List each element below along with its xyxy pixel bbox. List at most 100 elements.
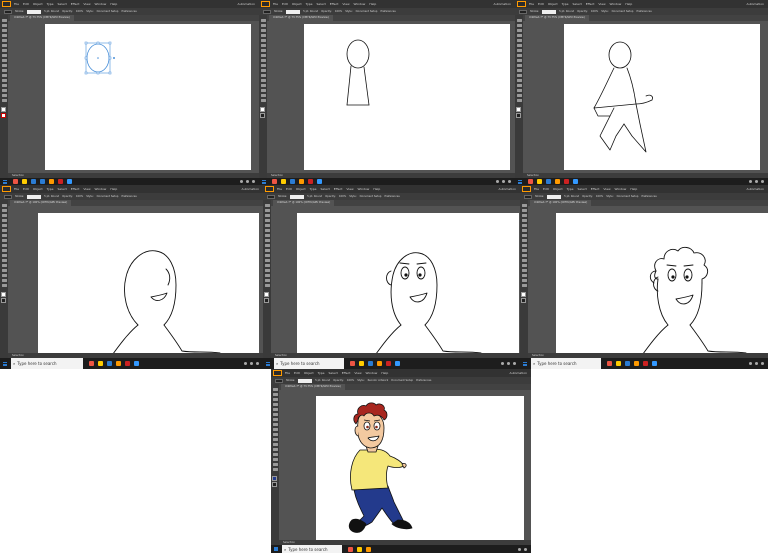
menu-type[interactable]: Type xyxy=(47,187,54,191)
eyedropper-tool-icon[interactable] xyxy=(521,274,527,277)
line-tool-icon[interactable] xyxy=(1,224,7,227)
brush-label[interactable]: 5 pt. Round xyxy=(44,195,59,198)
eraser-tool-icon[interactable] xyxy=(260,59,266,62)
menu-help[interactable]: Help xyxy=(110,187,117,191)
pencil-tool-icon[interactable] xyxy=(272,423,278,426)
illustrator-taskbar-icon[interactable] xyxy=(49,179,54,184)
pencil-tool-icon[interactable] xyxy=(260,54,266,57)
brush-tool-icon[interactable] xyxy=(260,49,266,52)
shape-builder-tool-icon[interactable] xyxy=(264,264,270,267)
menu-help[interactable]: Help xyxy=(373,187,380,191)
document-setup-button[interactable]: Document Setup xyxy=(97,10,119,13)
windows-start-icon[interactable] xyxy=(523,361,528,366)
opacity-value[interactable]: 100% xyxy=(339,195,346,198)
brush-label[interactable]: 5 pt. Round xyxy=(315,379,330,382)
menu-view[interactable]: View xyxy=(354,371,361,375)
artboard[interactable] xyxy=(45,24,251,170)
zoom-tool-icon[interactable] xyxy=(1,284,7,287)
zoom-tool-icon[interactable] xyxy=(264,284,270,287)
rotate-tool-icon[interactable] xyxy=(516,64,522,67)
hand-tool-icon[interactable] xyxy=(264,279,270,282)
menu-view[interactable]: View xyxy=(603,187,610,191)
rotate-tool-icon[interactable] xyxy=(260,64,266,67)
menu-select[interactable]: Select xyxy=(317,2,326,6)
warp-tool-icon[interactable] xyxy=(260,74,266,77)
hand-tool-icon[interactable] xyxy=(516,94,522,97)
direct-selection-tool-icon[interactable] xyxy=(1,24,7,27)
artboard[interactable] xyxy=(564,24,760,170)
illustrator-taskbar-icon[interactable] xyxy=(366,546,371,552)
fill-swatch[interactable] xyxy=(275,378,283,383)
zoom-tool-icon[interactable] xyxy=(521,284,527,287)
rectangle-tool-icon[interactable] xyxy=(516,44,522,47)
illustrator-taskbar-icon[interactable] xyxy=(116,361,121,366)
brush-tool-icon[interactable] xyxy=(272,418,278,421)
stroke-profile-dropdown[interactable] xyxy=(27,9,42,14)
fill-swatch[interactable] xyxy=(4,194,12,199)
brush-tool-icon[interactable] xyxy=(1,234,7,237)
menu-help[interactable]: Help xyxy=(381,371,388,375)
document-tab[interactable]: Untitled-7* @ 73.75% (CMYK/GPU Preview) xyxy=(269,15,333,21)
eyedropper-tool-icon[interactable] xyxy=(264,274,270,277)
photoshop-icon[interactable] xyxy=(395,361,400,366)
menu-object[interactable]: Object xyxy=(553,187,563,191)
type-tool-icon[interactable] xyxy=(272,403,278,406)
menu-effect[interactable]: Effect xyxy=(591,187,600,191)
stroke-profile-dropdown[interactable] xyxy=(286,9,301,14)
folder-icon[interactable] xyxy=(359,361,364,366)
photoshop-icon[interactable] xyxy=(317,179,322,184)
scale-tool-icon[interactable] xyxy=(264,254,270,257)
workspace-switcher[interactable]: Automation xyxy=(494,2,511,6)
menu-view[interactable]: View xyxy=(346,187,353,191)
zoom-tool-icon[interactable] xyxy=(1,99,7,102)
windows-start-icon[interactable] xyxy=(274,547,279,551)
scale-tool-icon[interactable] xyxy=(1,254,7,257)
menu-select[interactable]: Select xyxy=(578,187,587,191)
preferences-button[interactable]: Preferences xyxy=(380,10,395,13)
eyedropper-tool-icon[interactable] xyxy=(272,458,278,461)
workspace-switcher[interactable]: Automation xyxy=(238,2,255,6)
menu-effect[interactable]: Effect xyxy=(330,2,339,6)
edge-icon[interactable] xyxy=(290,179,295,184)
fill-color-swatch[interactable] xyxy=(264,292,269,297)
windows-start-icon[interactable] xyxy=(262,179,267,184)
pencil-tool-icon[interactable] xyxy=(516,54,522,57)
rectangle-tool-icon[interactable] xyxy=(272,413,278,416)
brush-label[interactable]: 5 pt. Round xyxy=(564,195,579,198)
brush-label[interactable]: 5 pt. Round xyxy=(303,10,318,13)
edge-icon[interactable] xyxy=(546,179,551,184)
line-tool-icon[interactable] xyxy=(521,224,527,227)
menu-edit[interactable]: Edit xyxy=(543,187,549,191)
workspace-switcher[interactable]: Automation xyxy=(747,2,764,6)
chrome-icon[interactable] xyxy=(564,179,569,184)
shape-builder-tool-icon[interactable] xyxy=(260,79,266,82)
windows-start-icon[interactable] xyxy=(3,361,8,366)
rotate-tool-icon[interactable] xyxy=(1,64,7,67)
fill-color-swatch[interactable] xyxy=(521,292,526,297)
app-icon[interactable] xyxy=(528,179,533,184)
artboard[interactable] xyxy=(304,24,510,170)
menu-edit[interactable]: Edit xyxy=(23,187,29,191)
brush-label[interactable]: 5 pt. Round xyxy=(44,10,59,13)
fill-color-swatch[interactable] xyxy=(260,107,265,112)
warp-tool-icon[interactable] xyxy=(516,74,522,77)
menu-file[interactable]: File xyxy=(14,2,19,6)
zoom-tool-icon[interactable] xyxy=(260,99,266,102)
menu-select[interactable]: Select xyxy=(329,371,338,375)
line-tool-icon[interactable] xyxy=(1,39,7,42)
edge-icon[interactable] xyxy=(107,361,112,366)
rectangle-tool-icon[interactable] xyxy=(521,229,527,232)
eraser-tool-icon[interactable] xyxy=(264,244,270,247)
hand-tool-icon[interactable] xyxy=(260,94,266,97)
stroke-color-swatch[interactable] xyxy=(521,298,526,303)
eyedropper-tool-icon[interactable] xyxy=(1,89,7,92)
rectangle-tool-icon[interactable] xyxy=(1,44,7,47)
fill-swatch[interactable] xyxy=(524,194,532,199)
stroke-color-swatch[interactable] xyxy=(264,298,269,303)
app-icon[interactable] xyxy=(348,546,353,552)
line-tool-icon[interactable] xyxy=(272,408,278,411)
direct-selection-tool-icon[interactable] xyxy=(516,24,522,27)
illustrator-taskbar-icon[interactable] xyxy=(299,179,304,184)
artboard[interactable] xyxy=(556,213,768,358)
fill-swatch[interactable] xyxy=(519,9,527,14)
